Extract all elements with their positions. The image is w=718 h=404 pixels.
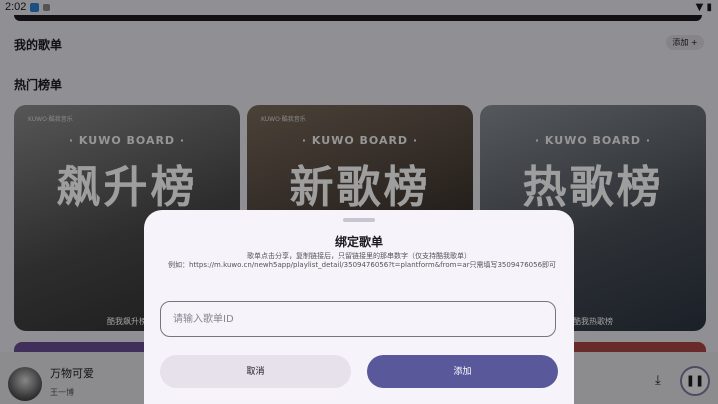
drag-handle[interactable] [343,218,375,222]
dialog-description: 歌单点击分享，复制链接后，只留链接里的那串数字（仅支持酷我歌单） [247,252,471,260]
playlist-id-input[interactable] [160,301,556,337]
cancel-button[interactable]: 取消 [160,355,351,388]
add-button[interactable]: 添加 [367,355,558,388]
dialog-example: 例如：https://m.kuwo.cn/newh5app/playlist_d… [167,261,557,269]
bind-playlist-dialog: 绑定歌单 歌单点击分享，复制链接后，只留链接里的那串数字（仅支持酷我歌单） 例如… [144,210,574,404]
dialog-title: 绑定歌单 [334,235,383,249]
